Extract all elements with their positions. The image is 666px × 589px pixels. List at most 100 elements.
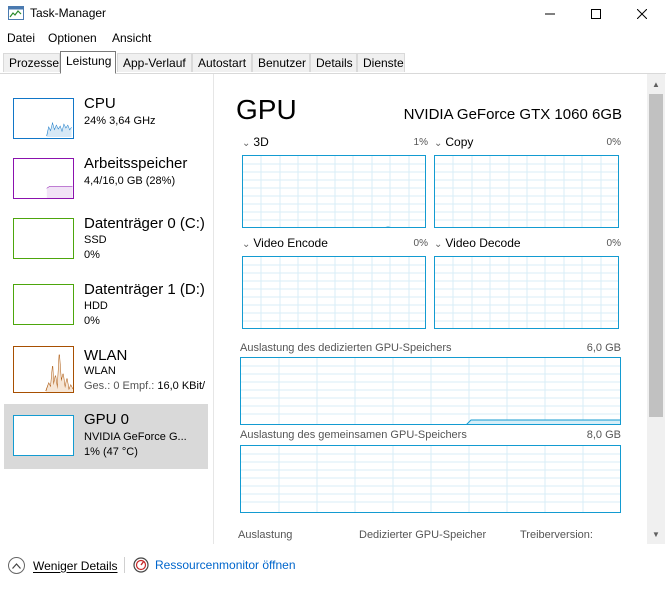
minimize-icon <box>545 13 555 15</box>
tab-autostart[interactable]: Autostart <box>192 53 252 72</box>
sidebar-item-memory[interactable]: Arbeitsspeicher 4,4/16,0 GB (28%) <box>4 148 208 214</box>
tab-leistung[interactable]: Leistung <box>60 51 116 74</box>
cpu-mini-graph <box>13 98 74 139</box>
engine-name: 3D <box>253 135 269 149</box>
sidebar-item-title: WLAN <box>84 347 128 364</box>
gpu-mini-graph <box>13 415 74 456</box>
gpu-model-name: NVIDIA GeForce GTX 1060 6GB <box>403 106 622 123</box>
sidebar-item-gpu-0[interactable]: GPU 0 NVIDIA GeForce G... 1% (47 °C) <box>4 404 208 469</box>
close-button[interactable] <box>619 0 665 28</box>
sidebar-item-title: GPU 0 <box>84 411 130 428</box>
graph-shared-memory <box>240 445 621 513</box>
graph-video-decode-grid <box>435 257 618 328</box>
sidebar-item-detail: 4,4/16,0 GB (28%) <box>84 175 176 187</box>
tab-bar: Prozesse Leistung App-Verlauf Autostart … <box>0 50 666 74</box>
resource-monitor-icon <box>133 557 149 573</box>
resource-sidebar: CPU 24% 3,64 GHz Arbeitsspeicher 4,4/16,… <box>0 74 214 544</box>
engine-selector-video-encode[interactable]: ⌄ Video Encode <box>242 236 328 250</box>
chevron-down-icon: ⌄ <box>242 138 251 149</box>
graph-copy <box>434 155 619 228</box>
scroll-down-arrow-icon[interactable]: ▼ <box>647 526 665 542</box>
title-bar: Task-Manager <box>0 0 666 28</box>
gpu-heading: GPU <box>236 94 297 125</box>
engine-percent: 0% <box>606 238 621 249</box>
sidebar-item-title: Datenträger 0 (C:) <box>84 215 205 232</box>
chevron-down-icon: ⌄ <box>242 239 251 250</box>
graph-video-encode-grid <box>243 257 425 328</box>
memory-mini-graph <box>13 158 74 199</box>
menu-datei[interactable]: Datei <box>7 31 35 45</box>
sidebar-item-model: NVIDIA GeForce G... <box>84 431 187 443</box>
dedicated-memory-label: Auslastung des dedizierten GPU-Speichers <box>240 342 452 354</box>
sidebar-item-disk-1[interactable]: Datenträger 1 (D:) HDD 0% <box>4 274 208 340</box>
task-manager-icon <box>8 6 24 20</box>
resource-monitor-link[interactable]: Ressourcenmonitor öffnen <box>133 557 296 573</box>
maximize-button[interactable] <box>573 0 619 28</box>
fewer-details-button[interactable]: Weniger Details <box>8 557 117 574</box>
menu-optionen[interactable]: Optionen <box>48 31 97 45</box>
sidebar-item-type: HDD <box>84 300 108 312</box>
tab-benutzer[interactable]: Benutzer <box>252 53 310 72</box>
sidebar-item-cpu[interactable]: CPU 24% 3,64 GHz <box>4 88 208 154</box>
engine-selector-3d[interactable]: ⌄ 3D <box>242 135 269 149</box>
sidebar-item-wlan[interactable]: WLAN WLAN Ges.: 0 Empf.: 16,0 KBit/ <box>4 340 208 406</box>
dedicated-memory-value: 6,0 GB <box>586 342 621 354</box>
graph-dedicated-memory-grid <box>241 358 620 424</box>
tab-prozesse[interactable]: Prozesse <box>3 53 60 72</box>
sidebar-item-usage: 0% <box>84 249 100 261</box>
graph-3d <box>242 155 426 228</box>
engine-selector-copy[interactable]: ⌄ Copy <box>434 135 473 149</box>
graph-3d-grid <box>243 156 425 227</box>
tab-app-verlauf[interactable]: App-Verlauf <box>117 53 192 72</box>
engine-name: Copy <box>445 135 474 149</box>
resource-monitor-label: Ressourcenmonitor öffnen <box>155 558 296 572</box>
chevron-down-icon: ⌄ <box>434 239 443 250</box>
graph-shared-memory-grid <box>241 446 620 512</box>
sidebar-item-title: Arbeitsspeicher <box>84 155 188 172</box>
disk-1-mini-graph <box>13 284 74 325</box>
engine-selector-video-decode[interactable]: ⌄ Video Decode <box>434 236 521 250</box>
shared-memory-label: Auslastung des gemeinsamen GPU-Speichers <box>240 429 467 441</box>
graph-video-encode <box>242 256 426 329</box>
chevron-up-glyph <box>12 562 21 569</box>
sidebar-item-adapter: WLAN <box>84 365 116 377</box>
stat-driver-label: Treiberversion: <box>520 529 593 541</box>
graph-dedicated-memory <box>240 357 621 425</box>
wlan-mini-graph <box>13 346 74 393</box>
tab-dienste[interactable]: Dienste <box>357 53 405 72</box>
maximize-icon <box>591 9 601 19</box>
close-icon <box>637 9 647 19</box>
sidebar-item-usage: 1% (47 °C) <box>84 446 138 458</box>
chevron-down-icon: ⌄ <box>434 138 443 149</box>
sidebar-item-throughput: Ges.: 0 Empf.: 16,0 KBit/ <box>84 380 205 392</box>
vertical-scrollbar[interactable]: ▲ ▼ <box>647 74 665 544</box>
engine-percent: 0% <box>413 238 428 249</box>
disk-0-mini-graph <box>13 218 74 259</box>
performance-content: CPU 24% 3,64 GHz Arbeitsspeicher 4,4/16,… <box>0 74 666 544</box>
throughput-prefix: Ges.: 0 Empf.: <box>84 380 158 392</box>
fewer-details-label: Weniger Details <box>33 558 118 573</box>
graph-copy-grid <box>435 156 618 227</box>
chevron-up-icon <box>8 557 25 574</box>
engine-percent: 0% <box>606 137 621 148</box>
sidebar-item-title: Datenträger 1 (D:) <box>84 281 205 298</box>
engine-name: Video Encode <box>253 236 328 250</box>
sidebar-item-detail: 24% 3,64 GHz <box>84 115 156 127</box>
stat-dedicated-label: Dedizierter GPU-Speicher <box>359 529 487 541</box>
scroll-thumb[interactable] <box>649 94 663 417</box>
engine-percent: 1% <box>413 137 428 148</box>
shared-memory-value: 8,0 GB <box>586 429 621 441</box>
sidebar-item-disk-0[interactable]: Datenträger 0 (C:) SSD 0% <box>4 208 208 274</box>
scroll-up-arrow-icon[interactable]: ▲ <box>647 76 665 92</box>
footer: Weniger Details Ressourcenmonitor öffnen <box>0 548 666 589</box>
footer-divider <box>124 557 125 573</box>
sidebar-item-usage: 0% <box>84 315 100 327</box>
window-title: Task-Manager <box>30 6 107 20</box>
menu-ansicht[interactable]: Ansicht <box>112 31 151 45</box>
minimize-button[interactable] <box>527 0 573 28</box>
throughput-value: 16,0 KBit/ <box>157 380 206 392</box>
stat-usage-label: Auslastung <box>238 529 293 541</box>
sidebar-item-title: CPU <box>84 95 116 112</box>
tab-details[interactable]: Details <box>310 53 357 72</box>
engine-name: Video Decode <box>445 236 521 250</box>
